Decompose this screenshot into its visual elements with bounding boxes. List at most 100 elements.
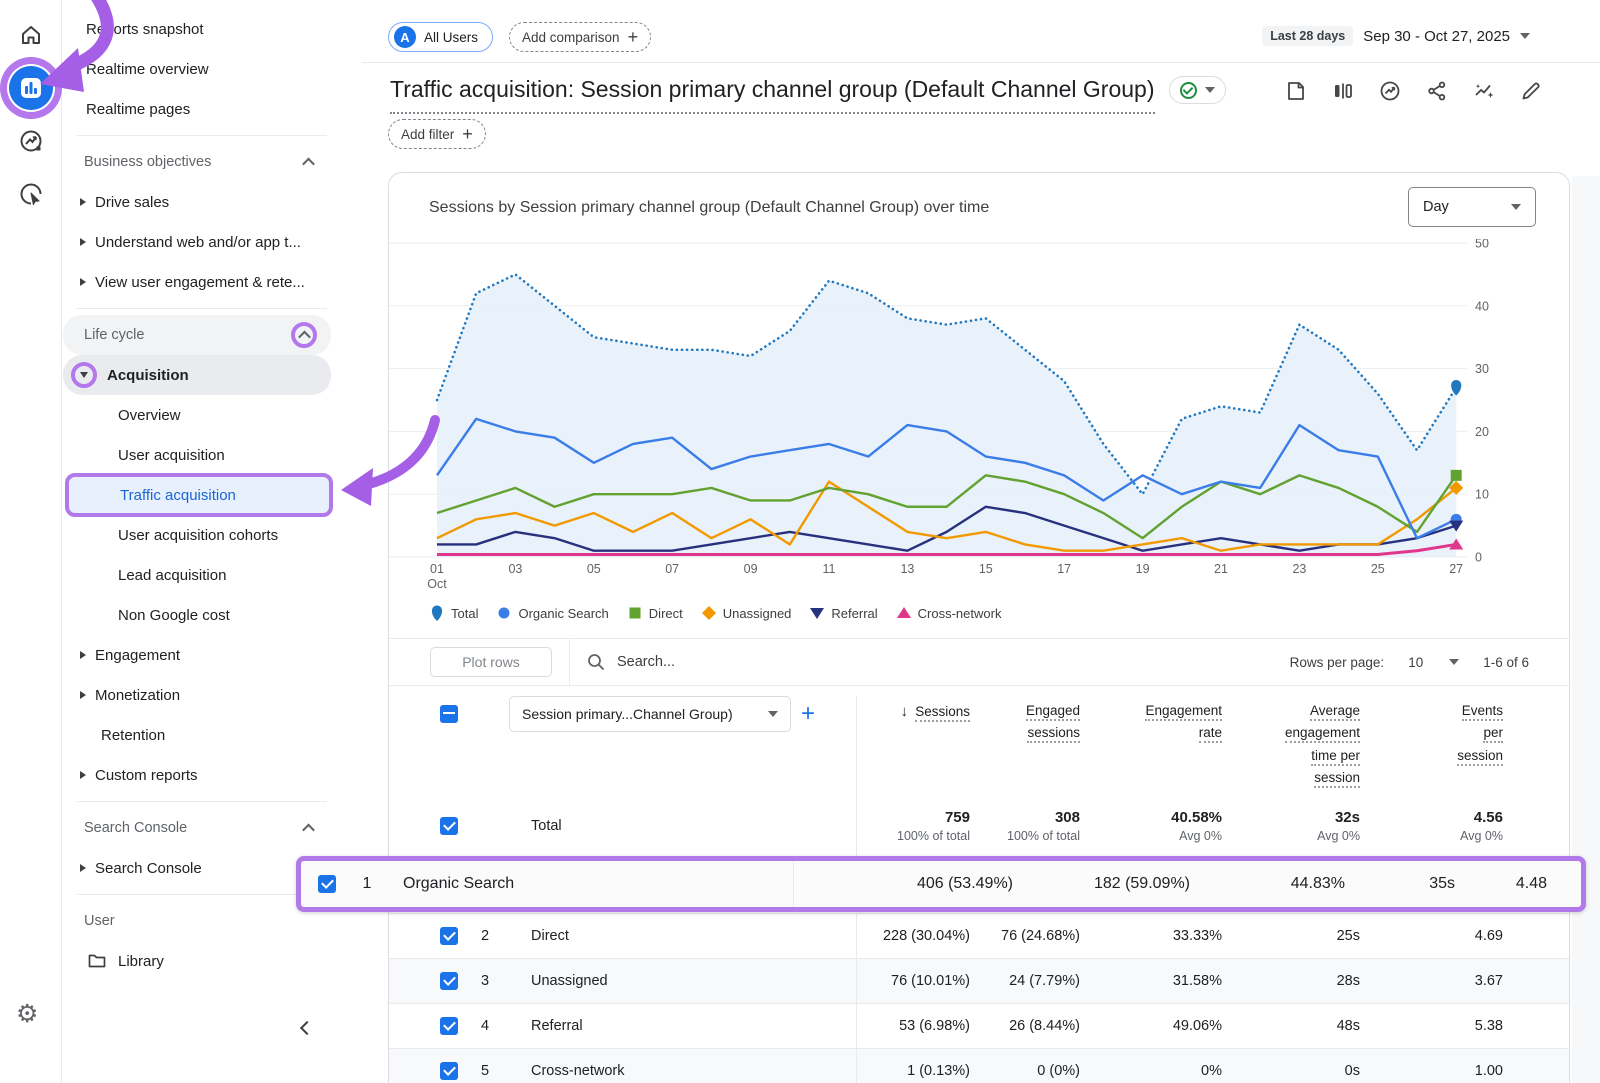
svg-text:30: 30 <box>1475 362 1489 376</box>
dimension-dropdown[interactable]: Session primary...Channel Group) <box>509 696 791 732</box>
chevron-down-icon <box>1511 204 1521 210</box>
report-action-icons <box>1285 80 1542 102</box>
table-rows: 2Direct228 (30.04%)76 (24.68%)33.33%25s4… <box>389 913 1569 1083</box>
home-icon[interactable] <box>9 13 53 57</box>
events-per-session-value: 1.00 <box>1360 1063 1503 1079</box>
advertising-icon[interactable] <box>9 172 53 216</box>
add-filter-button[interactable]: Add filter + <box>388 119 486 149</box>
table-row-referral[interactable]: 4Referral53 (6.98%)26 (8.44%)49.06%48s5.… <box>389 1003 1569 1048</box>
column-header-text[interactable]: Sessions <box>915 704 970 722</box>
add-dimension-button[interactable]: + <box>801 700 815 728</box>
table-row-direct[interactable]: 2Direct228 (30.04%)76 (24.68%)33.33%25s4… <box>389 913 1569 958</box>
add-comparison-label: Add comparison <box>522 30 620 45</box>
column-header-text[interactable]: session <box>1457 748 1503 766</box>
sidebar-item-view-user-engagement-rete-[interactable]: View user engagement & rete... <box>63 262 335 302</box>
table-row-cross-network[interactable]: 5Cross-network1 (0.13%)0 (0%)0%0s1.00 <box>389 1048 1569 1083</box>
explore-icon[interactable] <box>9 119 53 163</box>
column-header-text[interactable]: Average <box>1310 703 1360 721</box>
settings-gear-icon[interactable]: ⚙ <box>16 999 38 1029</box>
sidebar-item-traffic-acquisition[interactable]: Traffic acquisition <box>65 473 333 517</box>
sidebar-item-non-google-cost[interactable]: Non Google cost <box>63 595 335 635</box>
legend-item-referral[interactable]: Referral <box>809 605 877 621</box>
sidebar-item-drive-sales[interactable]: Drive sales <box>63 182 335 222</box>
sidebar-item-realtime-overview[interactable]: Realtime overview <box>63 49 335 89</box>
legend-item-unassigned[interactable]: Unassigned <box>701 605 792 621</box>
svg-text:21: 21 <box>1214 562 1228 576</box>
explore-report-icon[interactable] <box>1379 80 1401 102</box>
legend-item-organic-search[interactable]: Organic Search <box>496 605 608 621</box>
nav-section-business-objectives[interactable]: Business objectives <box>63 142 335 182</box>
notes-icon[interactable] <box>1285 80 1307 102</box>
nav-section-user[interactable]: User <box>63 901 335 941</box>
collapse-chevron[interactable] <box>295 815 321 841</box>
total-row-checkbox[interactable] <box>440 817 458 835</box>
expand-arrow-icon <box>80 691 86 699</box>
sidebar-item-monetization[interactable]: Monetization <box>63 675 335 715</box>
sidebar-collapse-button[interactable] <box>295 1016 319 1040</box>
sidebar-item-custom-reports[interactable]: Custom reports <box>63 755 335 795</box>
column-header-text[interactable]: Events <box>1462 703 1503 721</box>
table-row-unassigned[interactable]: 3Unassigned76 (10.01%)24 (7.79%)31.58%28… <box>389 958 1569 1003</box>
column-header-text[interactable]: per <box>1483 725 1503 743</box>
collapse-chevron[interactable] <box>295 149 321 175</box>
sidebar-item-search-console[interactable]: Search Console <box>63 848 335 888</box>
sidebar-item-lead-acquisition[interactable]: Lead acquisition <box>63 555 335 595</box>
column-header-text[interactable]: time per <box>1311 748 1360 766</box>
column-header-text[interactable]: session <box>1314 770 1360 788</box>
date-range-picker[interactable]: Last 28 days Sep 30 - Oct 27, 2025 <box>1262 26 1530 46</box>
sidebar-item-user-acquisition[interactable]: User acquisition <box>63 435 335 475</box>
date-range-chip: Last 28 days <box>1262 26 1353 46</box>
plot-rows-button[interactable]: Plot rows <box>430 647 552 677</box>
sidebar-item-realtime-pages[interactable]: Realtime pages <box>63 89 335 129</box>
expand-arrow-icon <box>80 278 86 286</box>
all-users-segment-pill[interactable]: A All Users <box>388 22 493 52</box>
table-search[interactable]: Search... <box>587 653 1290 671</box>
highlighted-organic-search-row[interactable]: 1 Organic Search 406 (53.49%) 182 (59.09… <box>296 856 1586 912</box>
column-header-text[interactable]: sessions <box>1027 725 1080 743</box>
nav-section-search-console[interactable]: Search Console <box>63 808 335 848</box>
legend-item-total[interactable]: Total <box>429 605 478 621</box>
row-checkbox[interactable] <box>440 972 458 990</box>
column-header-text[interactable]: Engaged <box>1026 703 1080 721</box>
granularity-select[interactable]: Day <box>1408 187 1536 227</box>
collapse-chevron[interactable] <box>291 322 317 348</box>
expand-caret-circled[interactable] <box>71 362 97 388</box>
add-comparison-button[interactable]: Add comparison + <box>509 22 651 52</box>
column-header-text[interactable]: Engagement <box>1145 703 1222 721</box>
nav-section-life-cycle[interactable]: Life cycle <box>63 315 331 355</box>
column-header-text[interactable]: rate <box>1199 725 1222 743</box>
row-number: 2 <box>461 928 509 944</box>
sidebar-item-understand-web-and-or-app-t-[interactable]: Understand web and/or app t... <box>63 222 335 262</box>
row-checkbox[interactable] <box>318 875 336 893</box>
row-number: 3 <box>461 973 509 989</box>
data-quality-button[interactable] <box>1169 76 1226 104</box>
insights-icon[interactable] <box>1473 80 1495 102</box>
select-all-checkbox[interactable] <box>440 705 458 723</box>
expand-arrow-icon <box>80 651 86 659</box>
legend-label: Direct <box>649 606 683 621</box>
sessions-value: 406 (53.49%) <box>793 861 1013 907</box>
engaged-sessions-value: 0 (0%) <box>970 1063 1080 1079</box>
row-checkbox[interactable] <box>440 1017 458 1035</box>
avg-engagement-time-value: 48s <box>1222 1018 1360 1034</box>
sidebar-item-retention[interactable]: Retention <box>63 715 335 755</box>
engaged-sessions-value: 76 (24.68%) <box>970 928 1080 944</box>
column-header-text[interactable]: engagement <box>1285 725 1360 743</box>
row-checkbox[interactable] <box>440 1062 458 1080</box>
svg-text:17: 17 <box>1057 562 1071 576</box>
sidebar-item-acquisition[interactable]: Acquisition <box>63 355 331 395</box>
sidebar-item-engagement[interactable]: Engagement <box>63 635 335 675</box>
comparison-icon[interactable] <box>1332 80 1354 102</box>
sidebar-item-overview[interactable]: Overview <box>63 395 335 435</box>
share-icon[interactable] <box>1426 80 1448 102</box>
sidebar-item-library[interactable]: Library <box>63 941 335 981</box>
sidebar-item-user-acquisition-cohorts[interactable]: User acquisition cohorts <box>63 515 335 555</box>
row-checkbox[interactable] <box>440 927 458 945</box>
sessions-value: 228 (30.04%) <box>856 914 970 958</box>
edit-pencil-icon[interactable] <box>1520 80 1542 102</box>
legend-item-cross-network[interactable]: Cross-network <box>896 605 1002 621</box>
reports-icon[interactable] <box>9 66 53 110</box>
sidebar-item-reports-snapshot[interactable]: Reports snapshot <box>63 9 335 49</box>
legend-item-direct[interactable]: Direct <box>627 605 683 621</box>
rows-per-page-select[interactable]: 10 <box>1408 655 1459 670</box>
